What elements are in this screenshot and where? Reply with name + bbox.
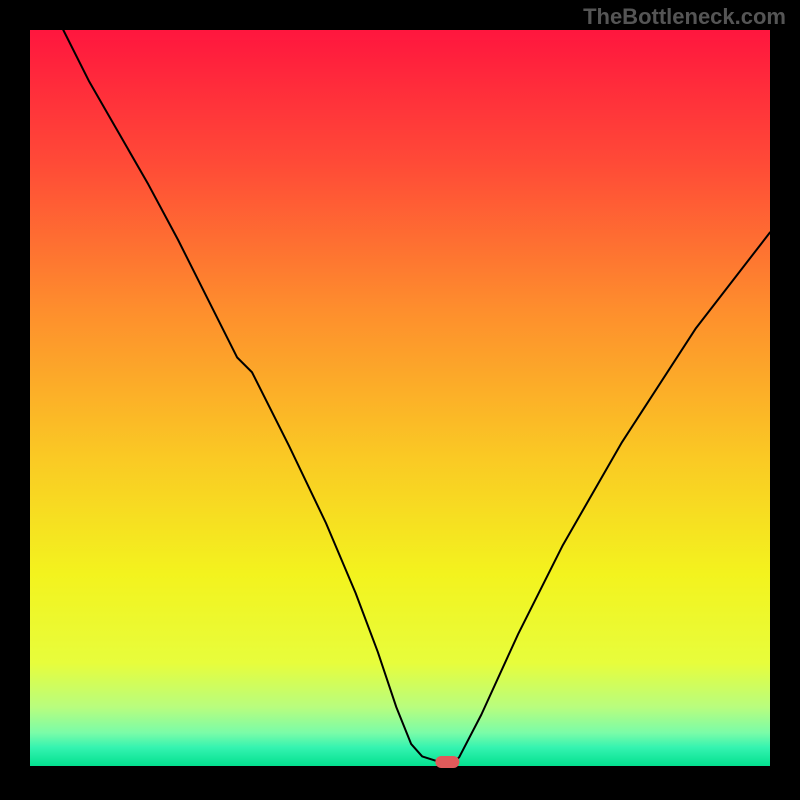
watermark-text: TheBottleneck.com: [583, 4, 786, 30]
chart-canvas: [0, 0, 800, 800]
optimum-marker: [435, 756, 459, 768]
plot-background: [30, 30, 770, 766]
chart-frame: TheBottleneck.com: [0, 0, 800, 800]
